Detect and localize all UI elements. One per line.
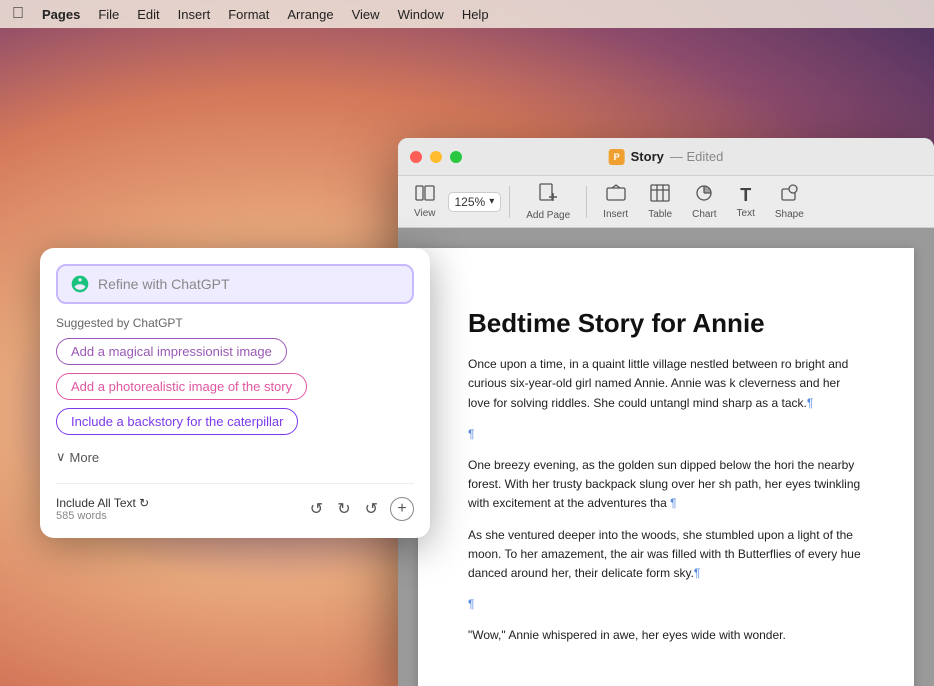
chatgpt-input-row[interactable]	[56, 264, 414, 304]
view-label: View	[414, 208, 436, 219]
zoom-chevron-icon: ▾	[489, 196, 494, 207]
menubar-pages[interactable]: Pages	[42, 7, 80, 22]
toolbar: View 125% ▾ Add Page	[398, 176, 934, 228]
document-icon: P	[609, 149, 625, 165]
footer-info: Include All Text ↻ 585 words	[56, 496, 149, 522]
more-chevron-icon: ∨	[56, 449, 66, 465]
chart-icon	[694, 184, 714, 207]
more-label: More	[70, 450, 100, 465]
titlebar: P Story — Edited	[398, 138, 934, 176]
insert-icon	[606, 184, 626, 207]
maximize-button[interactable]	[450, 151, 462, 163]
toolbar-divider-1	[509, 186, 510, 218]
chatgpt-panel: Suggested by ChatGPT Add a magical impre…	[40, 248, 430, 538]
shape-label: Shape	[775, 209, 804, 220]
shape-icon	[780, 184, 798, 207]
include-all-text[interactable]: Include All Text ↻	[56, 496, 149, 510]
toolbar-chart[interactable]: Chart	[684, 180, 724, 224]
text-label: Text	[737, 208, 755, 219]
toolbar-text[interactable]: T Text	[729, 181, 763, 223]
undo-button[interactable]: ↺	[308, 497, 325, 521]
suggestions-label: Suggested by ChatGPT	[56, 316, 414, 330]
toolbar-divider-2	[586, 186, 587, 218]
toolbar-table[interactable]: Table	[640, 180, 680, 224]
add-page-icon	[539, 183, 557, 208]
paragraph-1: Once upon a time, in a quaint little vil…	[468, 355, 864, 413]
insert-label: Insert	[603, 209, 628, 220]
menubar:  Pages File Edit Insert Format Arrange …	[0, 0, 934, 28]
document-edited-label: — Edited	[670, 149, 724, 164]
menubar-insert[interactable]: Insert	[178, 7, 211, 22]
menubar-edit[interactable]: Edit	[137, 7, 159, 22]
paragraph-4: "Wow," Annie whispered in awe, her eyes …	[468, 626, 864, 645]
word-count: 585 words	[56, 510, 149, 522]
menubar-arrange[interactable]: Arrange	[287, 7, 333, 22]
footer-actions: ↺ ↻ ↺ +	[308, 497, 414, 521]
add-page-label: Add Page	[526, 210, 570, 221]
titlebar-center: P Story — Edited	[609, 149, 724, 165]
include-all-text-label: Include All Text ↻	[56, 496, 149, 510]
zoom-control[interactable]: 125% ▾	[448, 192, 502, 212]
chip-photorealistic[interactable]: Add a photorealistic image of the story	[56, 373, 307, 400]
document-area[interactable]: Bedtime Story for Annie Once upon a time…	[398, 228, 934, 686]
chip-backstory[interactable]: Include a backstory for the caterpillar	[56, 408, 298, 435]
menubar-window[interactable]: Window	[398, 7, 444, 22]
menubar-format[interactable]: Format	[228, 7, 269, 22]
toolbar-shape[interactable]: Shape	[767, 180, 812, 224]
chatgpt-refine-input[interactable]	[98, 276, 400, 292]
paragraph-2: One breezy evening, as the golden sun di…	[468, 456, 864, 514]
panel-footer: Include All Text ↻ 585 words ↺ ↻ ↺ +	[56, 483, 414, 522]
menubar-file[interactable]: File	[98, 7, 119, 22]
table-icon	[650, 184, 670, 207]
redo-button[interactable]: ↻	[335, 497, 352, 521]
toolbar-add-page[interactable]: Add Page	[518, 179, 578, 225]
paragraph-break-2: ¶	[468, 595, 864, 614]
menubar-help[interactable]: Help	[462, 7, 489, 22]
refresh-button[interactable]: ↺	[363, 497, 380, 521]
menubar-view[interactable]: View	[352, 7, 380, 22]
chart-label: Chart	[692, 209, 716, 220]
minimize-button[interactable]	[430, 151, 442, 163]
document-page: Bedtime Story for Annie Once upon a time…	[418, 248, 914, 686]
toolbar-insert[interactable]: Insert	[595, 180, 636, 224]
document-title-text: Bedtime Story for Annie	[468, 308, 864, 339]
zoom-value: 125%	[455, 195, 486, 209]
paragraph-break-1: ¶	[468, 425, 864, 444]
pages-window: P Story — Edited View 125% ▾	[398, 138, 934, 686]
suggestions-list: Add a magical impressionist image Add a …	[56, 338, 414, 443]
table-label: Table	[648, 209, 672, 220]
paragraph-3: As she ventured deeper into the woods, s…	[468, 526, 864, 584]
document-title: Story	[631, 149, 664, 164]
text-icon: T	[740, 185, 751, 206]
chatgpt-logo-icon	[70, 274, 90, 294]
toolbar-view[interactable]: View	[406, 181, 444, 223]
suggestion-impressionist[interactable]: Add a magical impressionist image	[56, 338, 414, 373]
more-button[interactable]: ∨ More	[56, 445, 414, 469]
apple-menu[interactable]: 	[12, 5, 24, 23]
suggestion-backstory[interactable]: Include a backstory for the caterpillar	[56, 408, 414, 443]
view-icon	[415, 185, 435, 206]
suggestion-photorealistic[interactable]: Add a photorealistic image of the story	[56, 373, 414, 408]
close-button[interactable]	[410, 151, 422, 163]
add-button[interactable]: +	[390, 497, 414, 521]
chip-impressionist[interactable]: Add a magical impressionist image	[56, 338, 287, 365]
